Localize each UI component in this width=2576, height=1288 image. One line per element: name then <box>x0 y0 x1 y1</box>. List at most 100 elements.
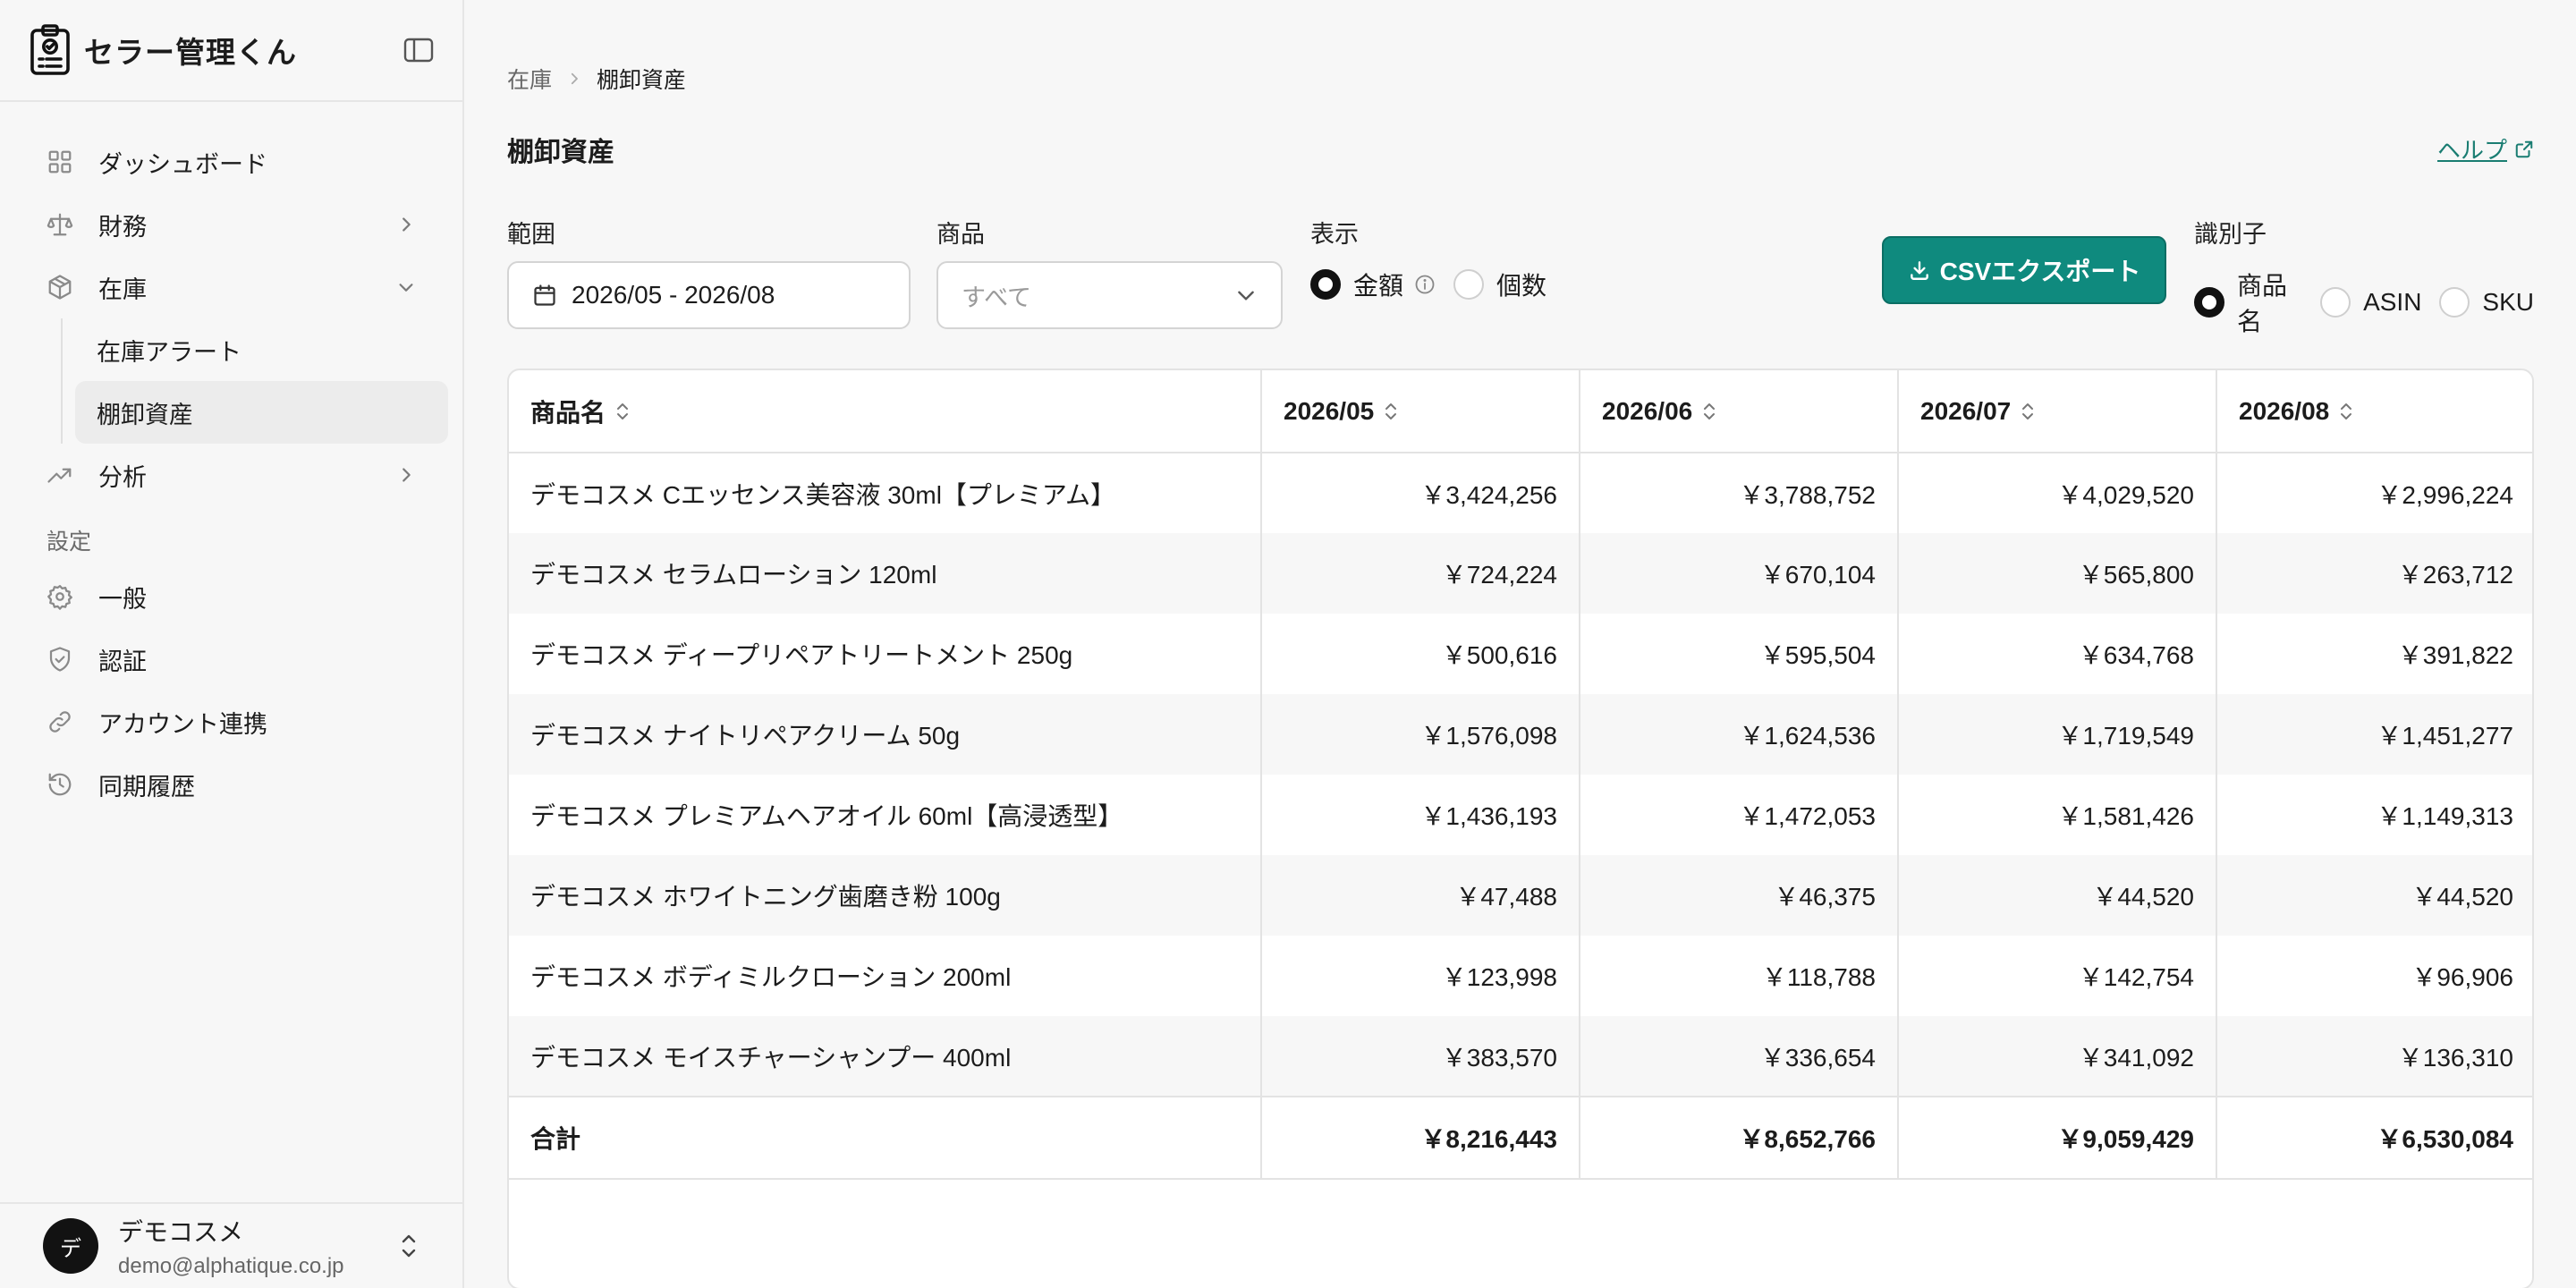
breadcrumb-current: 棚卸資産 <box>597 68 687 93</box>
amount-cell: ￥118,788 <box>1579 936 1898 1016</box>
sidebar-item-label: 分析 <box>98 463 147 491</box>
scale-icon <box>47 211 73 238</box>
amount-cell: ￥1,719,549 <box>1897 694 2216 775</box>
sidebar-item-account-link[interactable]: アカウント連携 <box>14 691 448 753</box>
amount-cell: ￥123,998 <box>1260 936 1580 1016</box>
sidebar-item-label: 一般 <box>98 585 147 613</box>
display-mode-radio-group: 金額 個数 <box>1310 267 1564 302</box>
table-row: デモコスメ ディープリペアトリートメント 250g ￥500,616 ￥595,… <box>509 614 2532 694</box>
amount-cell: ￥1,472,053 <box>1579 775 1898 855</box>
chevron-right-icon <box>396 215 416 234</box>
sidebar-item-label: 棚卸資産 <box>97 401 193 428</box>
sidebar-item-finance[interactable]: 財務 <box>14 193 448 256</box>
sidebar-item-label: 同期履歴 <box>98 773 195 801</box>
column-header-month[interactable]: 2026/07 <box>1897 370 2216 453</box>
breadcrumb-item[interactable]: 在庫 <box>507 63 552 95</box>
column-header-label: 2026/07 <box>1920 396 2012 425</box>
help-link[interactable]: ヘルプ <box>2437 132 2534 165</box>
sidebar-item-inventory-assets[interactable]: 棚卸資産 <box>75 381 448 444</box>
clipboard-logo-icon <box>29 23 72 77</box>
amount-cell: ￥1,149,313 <box>2216 775 2532 855</box>
grid-icon <box>47 148 73 175</box>
product-select-placeholder: すべて <box>962 284 1032 311</box>
product-name-cell: デモコスメ Cエッセンス美容液 30ml【プレミアム】 <box>530 480 1115 509</box>
column-header-month[interactable]: 2026/08 <box>2216 370 2532 453</box>
total-amount-cell: ￥8,216,443 <box>1260 1096 1580 1180</box>
product-name-cell: デモコスメ ディープリペアトリートメント 250g <box>530 641 1073 669</box>
amount-cell: ￥1,436,193 <box>1260 775 1580 855</box>
sort-icon <box>614 400 631 423</box>
sidebar: セラー管理くん ダッシュボード 財務 在庫 在庫アラート 棚卸資産 分析 設定 … <box>0 0 464 1288</box>
column-header-month[interactable]: 2026/06 <box>1579 370 1898 453</box>
avatar: デ <box>43 1218 98 1274</box>
csv-export-label: CSVエクスポート <box>1939 258 2141 285</box>
sidebar-item-label: ダッシュボード <box>98 150 267 178</box>
sidebar-item-label: 在庫 <box>98 275 147 303</box>
amount-cell: ￥670,104 <box>1579 533 1898 614</box>
app-name: セラー管理くん <box>84 36 297 69</box>
sidebar-item-sync-history[interactable]: 同期履歴 <box>14 753 448 816</box>
amount-cell: ￥47,488 <box>1260 855 1580 936</box>
amount-cell: ￥1,581,426 <box>1897 775 2216 855</box>
product-name-cell: デモコスメ ナイトリペアクリーム 50g <box>530 722 961 750</box>
shield-icon <box>47 646 73 673</box>
identifier-asin-label: ASIN <box>2363 288 2422 316</box>
sidebar-item-analytics[interactable]: 分析 <box>14 444 448 506</box>
column-header-month[interactable]: 2026/05 <box>1260 370 1580 453</box>
filters-bar: 範囲 2026/05 - 2026/08 商品 すべて 表示 金額 個数 CSV… <box>507 215 2534 335</box>
sidebar-item-inventory-alert[interactable]: 在庫アラート <box>75 318 448 381</box>
trend-icon <box>47 462 73 488</box>
user-info: デモコスメ demo@alphatique.co.jp <box>118 1213 344 1279</box>
column-header-product-name[interactable]: 商品名 <box>509 370 1261 453</box>
total-amount-cell: ￥8,652,766 <box>1579 1096 1898 1180</box>
amount-cell: ￥4,029,520 <box>1897 453 2216 533</box>
chevron-down-icon <box>1234 284 1258 307</box>
chevron-right-icon <box>396 465 416 485</box>
identifier-asin-radio[interactable] <box>2320 287 2351 318</box>
identifier-sku-radio[interactable] <box>2439 287 2470 318</box>
breadcrumb: 在庫 棚卸資産 <box>507 63 686 95</box>
inventory-assets-table: 商品名 2026/05 2026/06 2026/07 2026/08 デモコス… <box>509 370 2532 1180</box>
sidebar-item-label: アカウント連携 <box>98 710 267 738</box>
amount-cell: ￥2,996,224 <box>2216 453 2532 533</box>
calendar-icon <box>532 283 557 308</box>
sidebar-toggle-icon[interactable] <box>403 38 434 63</box>
identifier-name-radio[interactable] <box>2194 287 2224 318</box>
date-range-picker[interactable]: 2026/05 - 2026/08 <box>507 261 911 329</box>
help-label: ヘルプ <box>2436 137 2507 164</box>
amount-cell: ￥724,224 <box>1260 533 1580 614</box>
display-amount-radio[interactable] <box>1310 269 1341 300</box>
amount-cell: ￥136,310 <box>2216 1016 2532 1097</box>
amount-cell: ￥500,616 <box>1260 614 1580 694</box>
table-row: デモコスメ プレミアムヘアオイル 60ml【高浸透型】 ￥1,436,193 ￥… <box>509 775 2532 855</box>
table-row: デモコスメ モイスチャーシャンプー 400ml ￥383,570 ￥336,65… <box>509 1016 2532 1097</box>
amount-cell: ￥46,375 <box>1579 855 1898 936</box>
chevron-right-icon <box>566 71 582 87</box>
info-icon[interactable] <box>1414 274 1436 295</box>
page-title: 棚卸資産 <box>507 138 614 167</box>
sidebar-item-dashboard[interactable]: ダッシュボード <box>14 131 448 193</box>
brand-header: セラー管理くん <box>0 0 462 102</box>
sort-icon <box>1383 400 1399 423</box>
box-icon <box>47 274 73 301</box>
sidebar-item-label: 在庫アラート <box>97 338 242 366</box>
amount-cell: ￥263,712 <box>2216 533 2532 614</box>
column-header-label: 商品名 <box>530 398 606 427</box>
sidebar-item-inventory[interactable]: 在庫 <box>14 256 448 318</box>
sidebar-item-label: 財務 <box>98 213 147 241</box>
table-total-row: 合計 ￥8,216,443 ￥8,652,766 ￥9,059,429 ￥6,5… <box>509 1096 2532 1180</box>
amount-cell: ￥96,906 <box>2216 936 2532 1016</box>
sidebar-item-general[interactable]: 一般 <box>14 565 448 628</box>
table-row: デモコスメ Cエッセンス美容液 30ml【プレミアム】 ￥3,424,256 ￥… <box>509 453 2532 533</box>
product-select[interactable]: すべて <box>936 261 1283 329</box>
amount-cell: ￥341,092 <box>1897 1016 2216 1097</box>
amount-cell: ￥565,800 <box>1897 533 2216 614</box>
amount-cell: ￥44,520 <box>2216 855 2532 936</box>
sidebar-item-auth[interactable]: 認証 <box>14 628 448 691</box>
user-menu[interactable]: デ デモコスメ demo@alphatique.co.jp <box>0 1202 462 1288</box>
range-label: 範囲 <box>507 221 555 248</box>
display-count-radio[interactable] <box>1453 269 1485 300</box>
sort-icon <box>2020 400 2036 423</box>
csv-export-button[interactable]: CSVエクスポート <box>1882 236 2166 304</box>
amount-cell: ￥383,570 <box>1260 1016 1580 1097</box>
